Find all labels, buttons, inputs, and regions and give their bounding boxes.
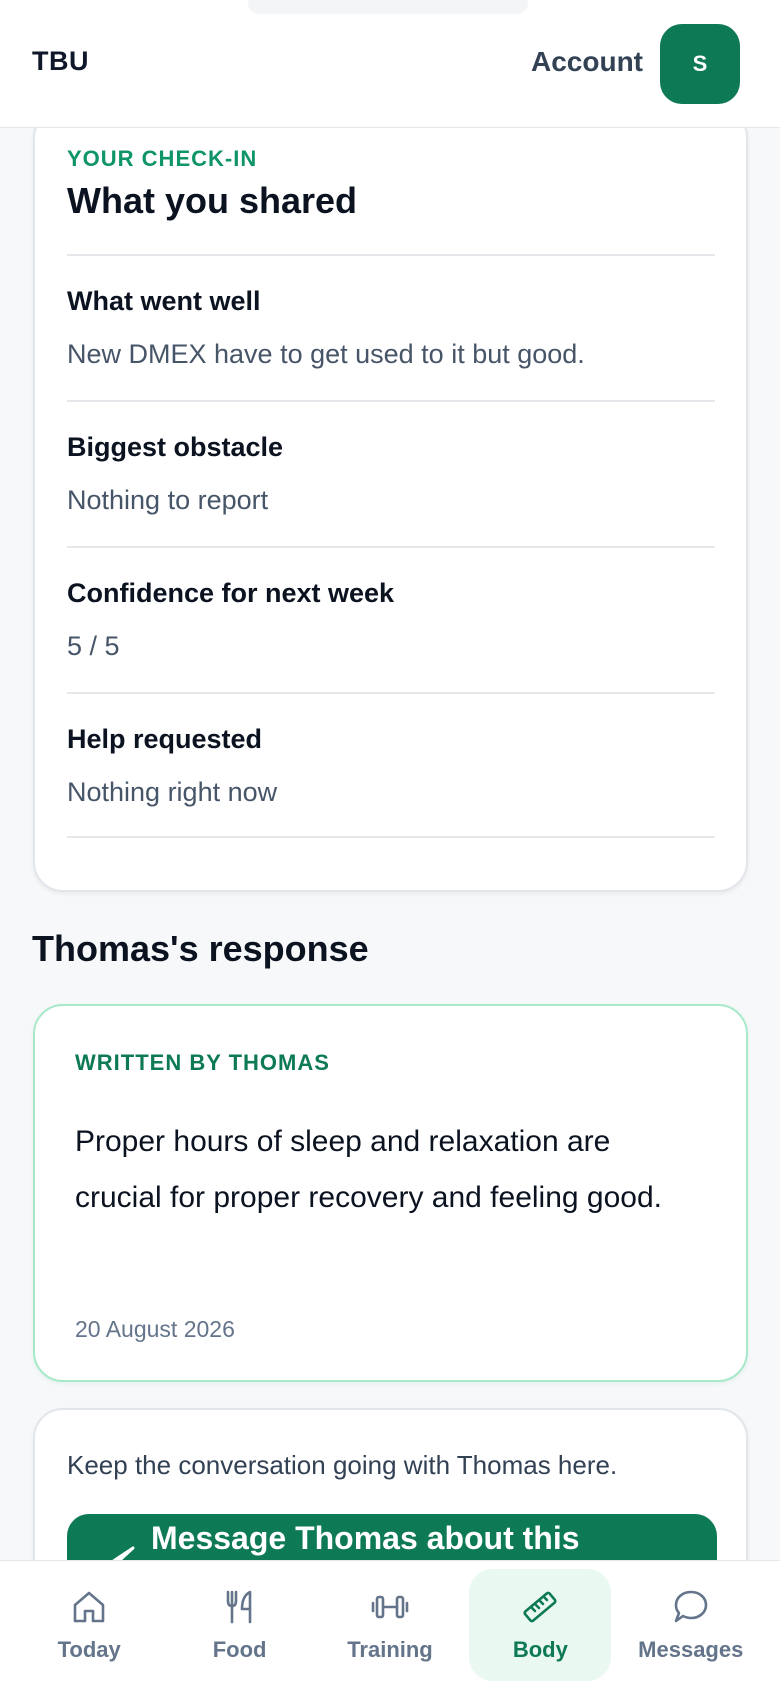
- checkin-answers: What went well New DMEX have to get used…: [67, 254, 715, 838]
- message-thomas-label: Message Thomas about this: [151, 1520, 580, 1556]
- nav-item-today[interactable]: Today: [18, 1569, 160, 1681]
- message-thomas-button[interactable]: Message Thomas about this: [67, 1514, 717, 1560]
- checkin-eyebrow: YOUR CHECK-IN: [67, 146, 258, 171]
- conversation-prompt: Keep the conversation going with Thomas …: [67, 1450, 618, 1480]
- nav-item-messages[interactable]: Messages: [620, 1569, 762, 1681]
- nav-item-body[interactable]: Body: [469, 1568, 612, 1681]
- coach-response-card: WRITTEN BY THOMAS Proper hours of sleep …: [33, 1004, 748, 1382]
- top-bar: TBU Account S: [0, 0, 780, 128]
- checkin-card: YOUR CHECK-IN What you shared What went …: [33, 128, 748, 892]
- answer-text: Nothing to report: [67, 485, 269, 515]
- fork-knife-icon: [226, 1590, 251, 1623]
- question-label: What went well: [67, 286, 261, 316]
- question-label: Help requested: [67, 724, 263, 754]
- question-label: Biggest obstacle: [67, 432, 284, 462]
- brand-logo[interactable]: TBU: [32, 46, 89, 77]
- nav-label-messages: Messages: [638, 1636, 744, 1662]
- checkin-item-what-went-well: What went well New DMEX have to get used…: [67, 254, 715, 400]
- send-icon: [112, 1546, 135, 1560]
- nav-item-training[interactable]: Training: [319, 1569, 461, 1681]
- nav-item-food[interactable]: Food: [169, 1569, 311, 1681]
- checkin-item-biggest-obstacle: Biggest obstacle Nothing to report: [67, 400, 715, 546]
- checkin-item-help-requested: Help requested Nothing right now: [67, 692, 715, 838]
- dumbbell-icon: [371, 1595, 409, 1618]
- question-label: Confidence for next week: [67, 578, 395, 608]
- home-icon: [73, 1591, 105, 1622]
- nav-label-training: Training: [347, 1636, 433, 1662]
- account-avatar-button[interactable]: S: [660, 24, 740, 104]
- answer-text: New DMEX have to get used to it but good…: [67, 339, 585, 369]
- answer-text: 5 / 5: [67, 631, 120, 661]
- main-content[interactable]: YOUR CHECK-IN What you shared What went …: [0, 128, 780, 1560]
- nav-label-food: Food: [212, 1636, 267, 1662]
- chat-bubble-icon: [674, 1590, 708, 1622]
- account-link[interactable]: Account: [531, 46, 643, 78]
- response-date: 20 August 2026: [75, 1316, 235, 1342]
- top-handle: [248, 0, 528, 14]
- response-eyebrow: WRITTEN BY THOMAS: [75, 1050, 330, 1075]
- answer-text: Nothing right now: [67, 777, 278, 807]
- checkin-title: What you shared: [67, 180, 358, 221]
- nav-label-today: Today: [57, 1636, 121, 1662]
- bottom-navigation: Today Food Training Body Messages: [0, 1560, 780, 1688]
- response-section-title: Thomas's response: [32, 928, 369, 969]
- ruler-icon: [523, 1591, 557, 1622]
- conversation-card: Keep the conversation going with Thomas …: [33, 1408, 748, 1560]
- nav-label-body: Body: [512, 1636, 568, 1662]
- checkin-item-confidence: Confidence for next week 5 / 5: [67, 546, 715, 692]
- response-body: Proper hours of sleep and relaxation are…: [75, 1125, 662, 1214]
